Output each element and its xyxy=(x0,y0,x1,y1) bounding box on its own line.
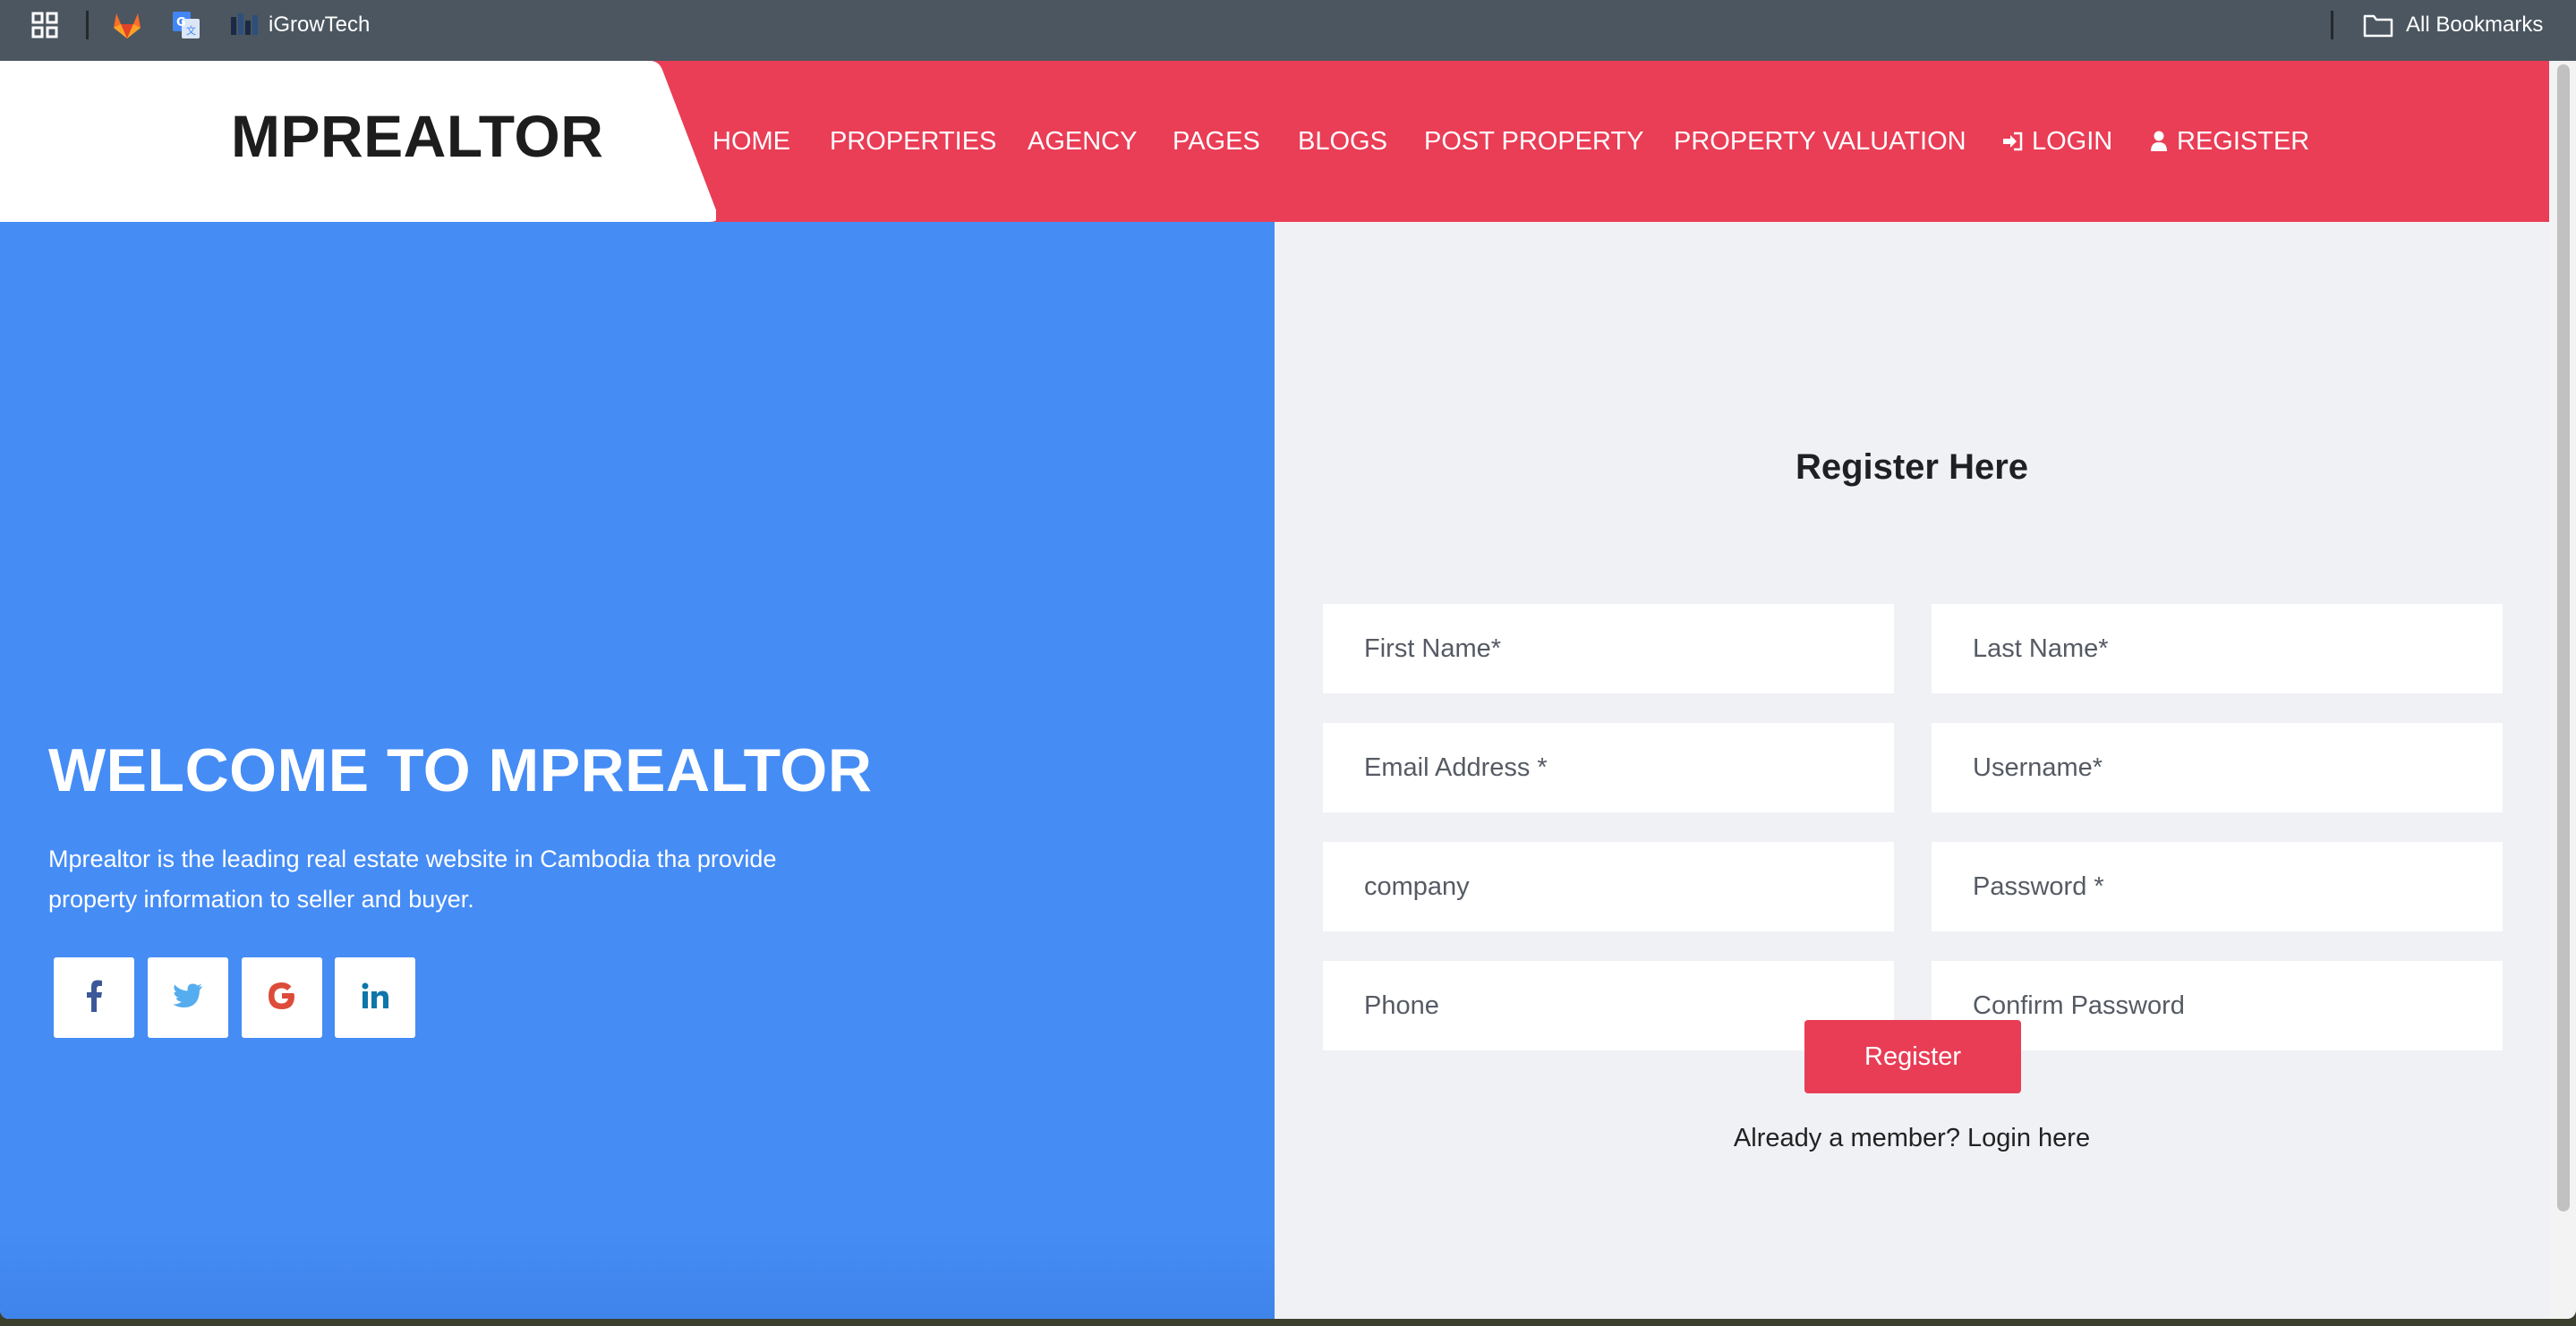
page-scrollbar[interactable] xyxy=(2549,61,2576,1319)
register-form-panel: Register Here Register Already a member?… xyxy=(1275,222,2549,1319)
nav-label: BLOGS xyxy=(1298,126,1387,156)
linkedin-icon xyxy=(361,982,389,1015)
nav-label: PROPERTIES xyxy=(830,126,997,156)
nav-agency[interactable]: AGENCY xyxy=(1028,61,1137,222)
svg-text:G: G xyxy=(176,16,186,30)
nav-label: LOGIN xyxy=(2032,126,2113,156)
nav-label: HOME xyxy=(712,126,790,156)
igrowtech-favicon-icon xyxy=(231,13,258,37)
company-field[interactable] xyxy=(1323,842,1894,931)
register-form-title: Register Here xyxy=(1795,447,2029,487)
welcome-hero: WELCOME TO MPREALTOR Mprealtor is the le… xyxy=(0,222,1275,1319)
folder-icon xyxy=(2363,13,2393,38)
svg-text:文: 文 xyxy=(186,24,196,37)
hero-title: WELCOME TO MPREALTOR xyxy=(48,736,873,804)
twitter-icon xyxy=(173,983,203,1013)
scrollbar-thumb[interactable] xyxy=(2557,64,2570,1211)
password-field[interactable] xyxy=(1932,842,2503,931)
username-field[interactable] xyxy=(1932,723,2503,812)
nav-label: AGENCY xyxy=(1028,126,1138,156)
google-icon xyxy=(267,981,297,1016)
gitlab-icon[interactable] xyxy=(111,0,143,50)
email-field[interactable] xyxy=(1323,723,1894,812)
bookmark-igrowtech[interactable]: iGrowTech xyxy=(231,0,370,50)
register-button[interactable]: Register xyxy=(1804,1020,2021,1093)
user-icon xyxy=(2150,131,2168,152)
hero-description: Mprealtor is the leading real estate web… xyxy=(48,846,777,913)
sign-in-icon xyxy=(2001,132,2023,151)
first-name-field[interactable] xyxy=(1323,604,1894,693)
site-logo[interactable]: MPREALTOR xyxy=(231,102,603,170)
login-prompt-text: Already a member? xyxy=(1733,1124,1960,1152)
nav-post-property[interactable]: POST PROPERTY xyxy=(1424,61,1644,222)
facebook-icon xyxy=(85,980,103,1016)
linkedin-button[interactable] xyxy=(335,957,415,1038)
apps-grid-icon[interactable] xyxy=(30,0,59,50)
nav-label: REGISTER xyxy=(2177,126,2310,156)
nav-blogs[interactable]: BLOGS xyxy=(1298,61,1387,222)
bookmarks-separator xyxy=(86,11,89,39)
nav-login[interactable]: LOGIN xyxy=(2001,61,2112,222)
page-viewport: MPREALTOR HOME PROPERTIES AGENCY PAGES B… xyxy=(0,61,2576,1319)
bookmarks-bar: G 文 iGrowTech All Bookmarks xyxy=(0,0,2576,61)
all-bookmarks-button[interactable]: All Bookmarks xyxy=(2363,0,2543,50)
bookmarks-separator xyxy=(2331,11,2333,39)
last-name-field[interactable] xyxy=(1932,604,2503,693)
nav-label: PROPERTY VALUATION xyxy=(1674,126,1966,156)
nav-property-valuation[interactable]: PROPERTY VALUATION xyxy=(1674,61,1966,222)
twitter-button[interactable] xyxy=(148,957,228,1038)
login-prompt: Already a member? Login here xyxy=(1275,1124,2549,1153)
google-button[interactable] xyxy=(242,957,322,1038)
google-translate-icon[interactable]: G 文 xyxy=(172,0,200,50)
facebook-button[interactable] xyxy=(54,957,134,1038)
site-header: MPREALTOR HOME PROPERTIES AGENCY PAGES B… xyxy=(0,61,2549,222)
all-bookmarks-label: All Bookmarks xyxy=(2406,13,2544,37)
nav-home[interactable]: HOME xyxy=(712,61,790,222)
nav-label: POST PROPERTY xyxy=(1424,126,1644,156)
nav-pages[interactable]: PAGES xyxy=(1173,61,1260,222)
bookmark-label: iGrowTech xyxy=(269,13,371,37)
nav-properties[interactable]: PROPERTIES xyxy=(830,61,996,222)
login-here-link[interactable]: Login here xyxy=(1967,1124,2090,1152)
nav-label: PAGES xyxy=(1173,126,1260,156)
nav-register[interactable]: REGISTER xyxy=(2150,61,2309,222)
